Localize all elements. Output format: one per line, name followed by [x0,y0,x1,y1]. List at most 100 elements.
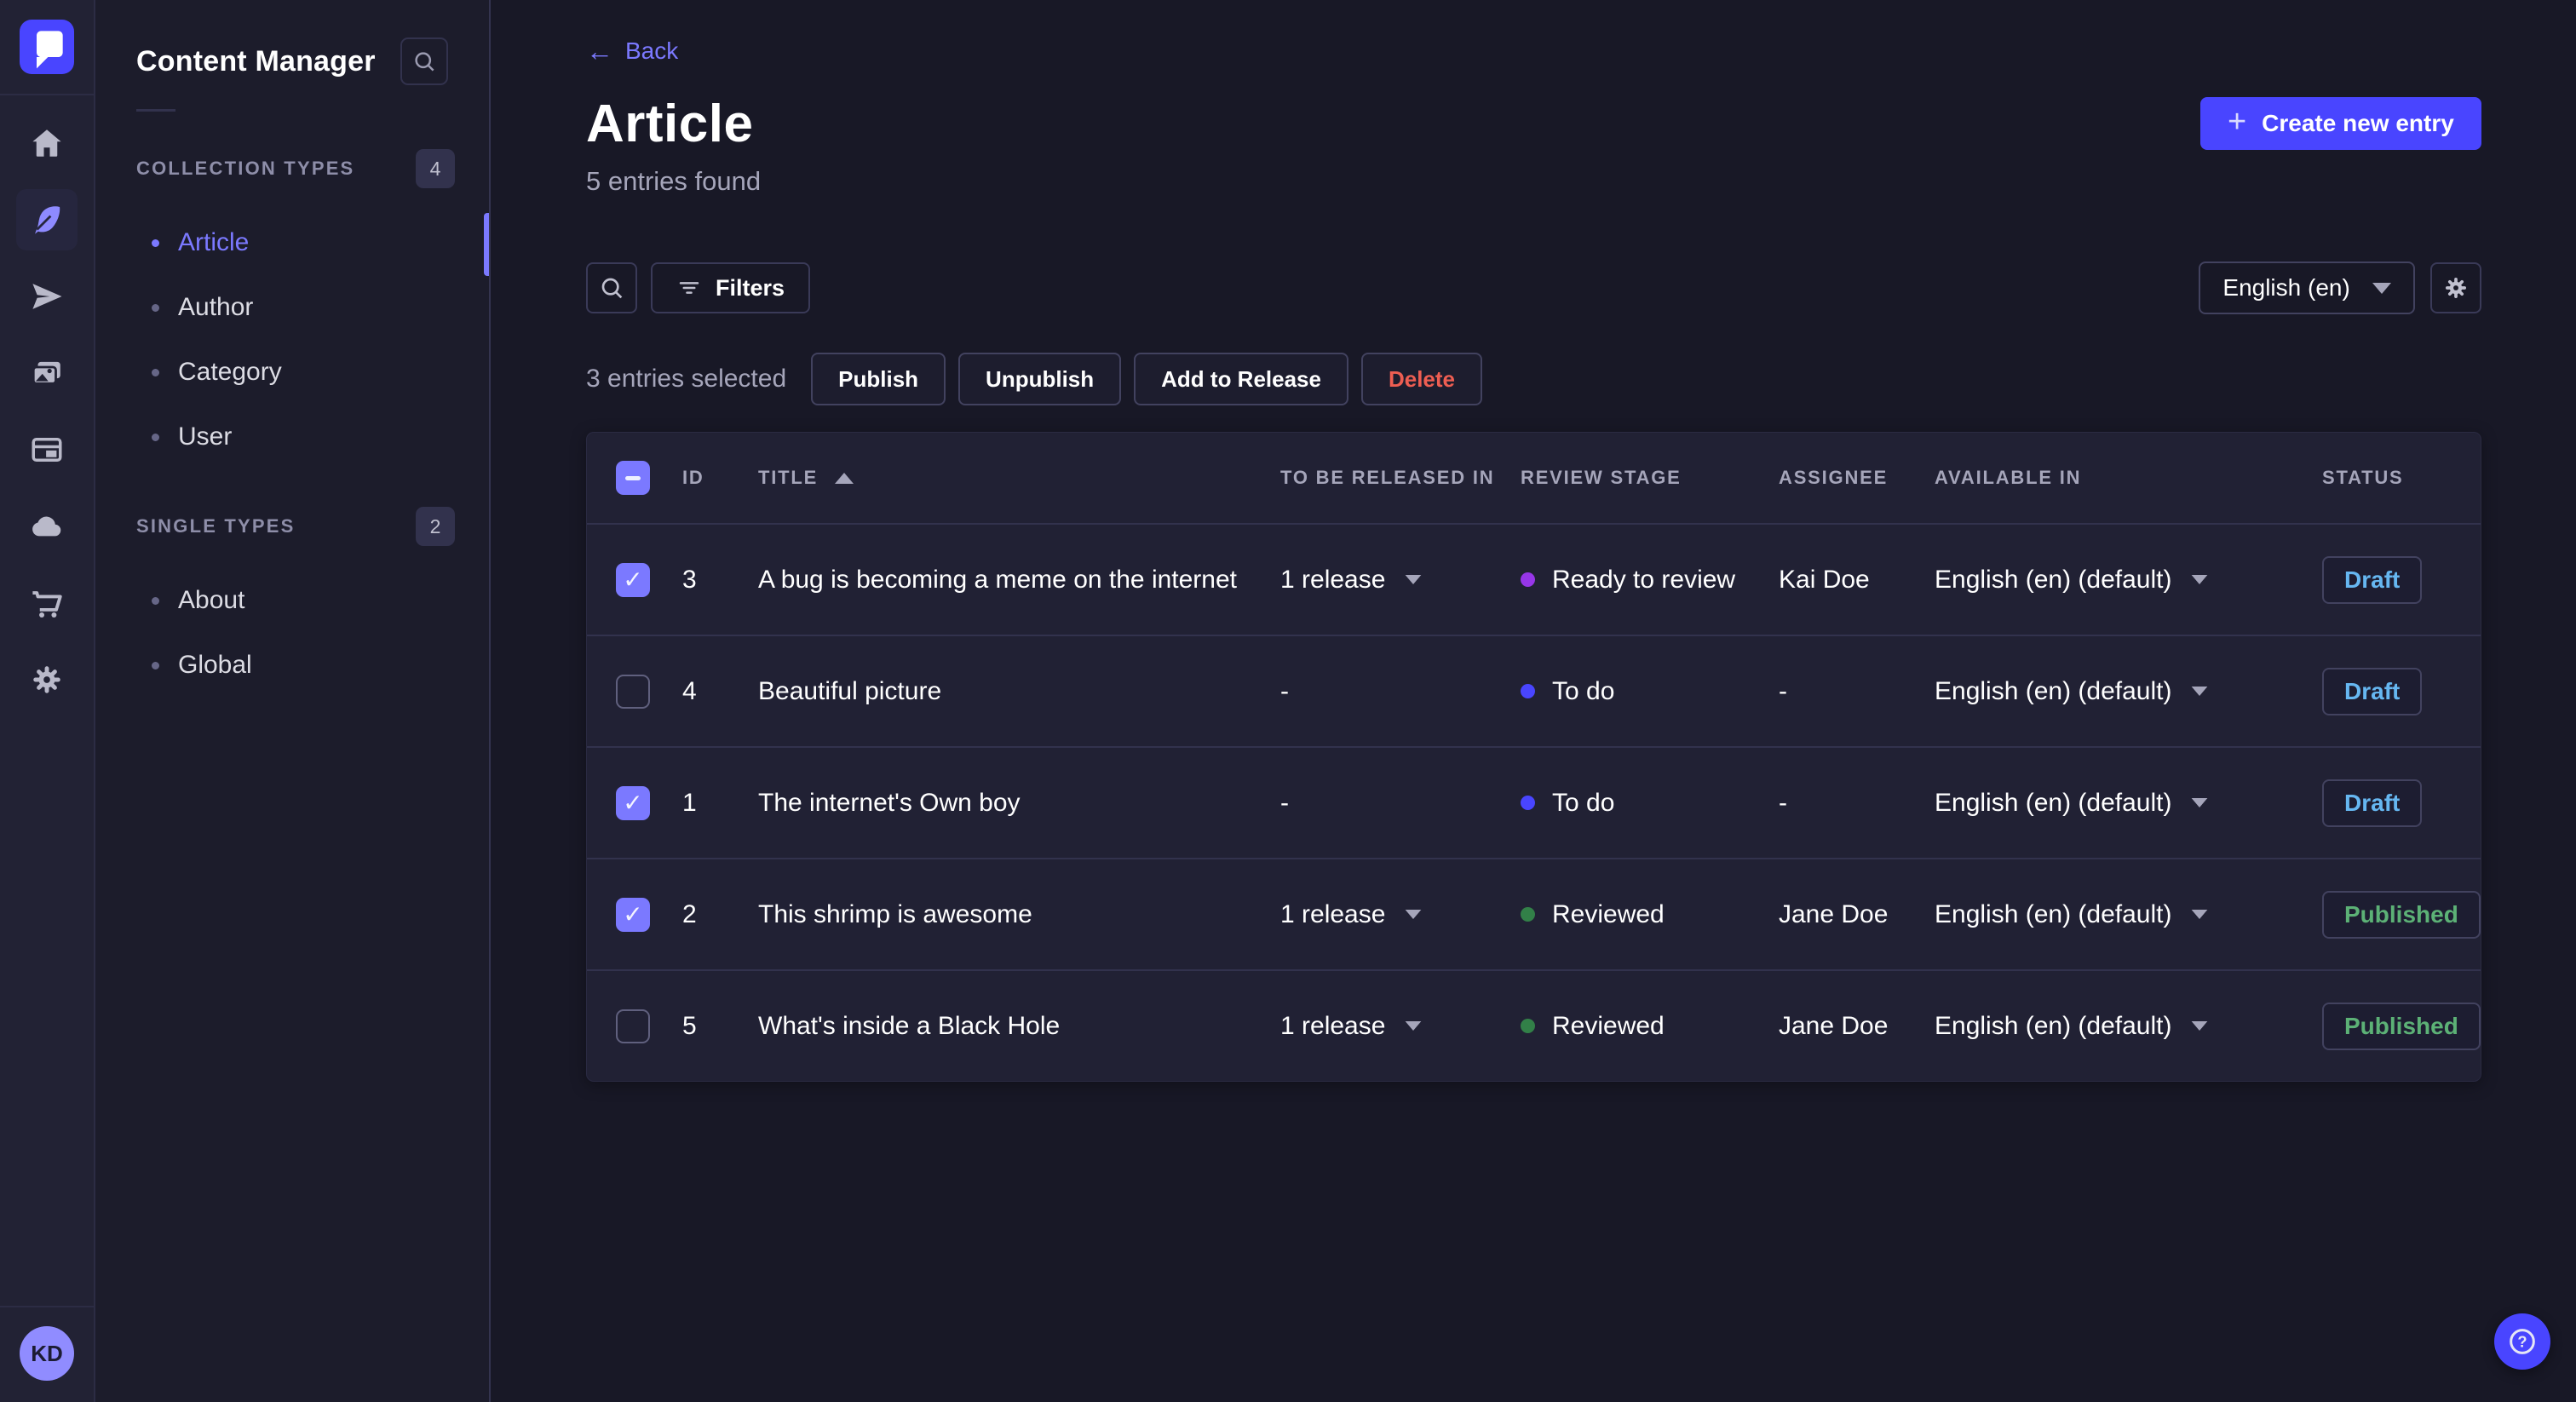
row-available-in[interactable]: English (en) (default) [1935,566,2322,595]
user-avatar[interactable]: KD [20,1326,74,1381]
create-new-entry-label: Create new entry [2262,110,2454,136]
app-screen: KD Content Manager COLLECTION TYPES 4 Ar… [0,0,2576,1402]
marketplace-cart-icon[interactable] [16,572,78,634]
row-checkbox[interactable]: ✓ [616,674,650,709]
row-title: This shrimp is awesome [758,899,1032,928]
row-release-cell[interactable]: - [1280,677,1521,706]
home-icon[interactable] [16,112,78,174]
releases-paper-plane-icon[interactable] [16,266,78,327]
table-row[interactable]: ✓ 4 Beautiful picture - To do - English … [587,635,2481,746]
search-button[interactable] [586,262,637,313]
filter-icon [679,282,699,294]
status-badge: Draft [2322,779,2423,827]
row-review-stage: Reviewed [1521,1012,1779,1041]
sidebar-item-label: Category [178,358,282,386]
review-stage-label: To do [1552,676,1615,705]
table-row[interactable]: ✓ 2 This shrimp is awesome 1 release Rev… [587,858,2481,969]
subnav-divider [136,109,175,112]
row-checkbox[interactable]: ✓ [616,785,650,820]
review-stage-label: Reviewed [1552,899,1665,928]
media-library-images-icon[interactable] [16,342,78,404]
add-to-release-button[interactable]: Add to Release [1134,353,1348,405]
bullet-icon [152,433,159,441]
row-checkbox[interactable]: ✓ [616,562,650,597]
rail-nav-items [16,112,78,710]
col-header-id[interactable]: ID [682,467,758,489]
locale-chevron-icon [2192,686,2208,697]
review-stage-label: To do [1552,788,1615,817]
sidebar-item-author[interactable]: Author [95,275,489,340]
row-title: A bug is becoming a meme on the internet [758,565,1238,594]
back-arrow-icon: ← [586,36,613,66]
col-header-available-in[interactable]: AVAILABLE IN [1935,467,2322,489]
row-release-cell[interactable]: 1 release [1280,1012,1521,1041]
search-icon [415,52,434,72]
filters-label: Filters [716,274,785,301]
sort-ascending-icon[interactable] [835,472,854,484]
col-header-title-label: TITLE [758,467,819,488]
row-available-in[interactable]: English (en) (default) [1935,789,2322,818]
back-link[interactable]: ← Back [586,37,678,65]
row-assignee: - [1779,676,1787,705]
search-icon [601,278,623,299]
single-types-section: SINGLE TYPES 2 About Global [95,507,489,698]
table-row[interactable]: ✓ 3 A bug is becoming a meme on the inte… [587,523,2481,635]
col-header-title[interactable]: TITLE [758,467,1280,489]
strapi-logo-icon [37,31,63,69]
sidebar-item-label: About [178,586,245,614]
locale-select[interactable]: English (en) [2199,261,2415,314]
release-chevron-icon [1406,1020,1422,1031]
single-types-count-badge: 2 [416,507,455,546]
review-stage-label: Ready to review [1552,565,1736,594]
row-available-in[interactable]: English (en) (default) [1935,900,2322,929]
col-header-assignee[interactable]: ASSIGNEE [1779,467,1935,489]
rail-bottom: KD [0,1306,94,1402]
content-manager-feather-icon[interactable] [16,189,78,250]
row-title: What's inside a Black Hole [758,1011,1061,1040]
bullet-icon [152,303,159,312]
col-header-to-be-released-in[interactable]: TO BE RELEASED IN [1280,467,1521,489]
subnav-search-button[interactable] [400,37,448,85]
sidebar-item-category[interactable]: Category [95,340,489,405]
settings-gear-icon[interactable] [16,649,78,710]
create-new-entry-button[interactable]: + Create new entry [2199,97,2481,150]
row-id: 4 [682,676,697,705]
row-checkbox[interactable]: ✓ [616,897,650,932]
sidebar-item-user[interactable]: User [95,405,489,469]
content-type-builder-layout-icon[interactable] [16,419,78,480]
row-available-in[interactable]: English (en) (default) [1935,677,2322,706]
sidebar-item-global[interactable]: Global [95,633,489,698]
row-release-value: 1 release [1280,1011,1386,1040]
sidebar-item-article[interactable]: Article [95,210,489,275]
locale-chevron-icon [2192,1020,2208,1031]
select-all-checkbox[interactable] [616,461,650,495]
row-release-cell[interactable]: 1 release [1280,566,1521,595]
view-settings-button[interactable] [2429,262,2481,313]
locale-value: English (en) [2222,274,2350,301]
row-release-cell[interactable]: 1 release [1280,900,1521,929]
help-button[interactable]: ? [2494,1313,2550,1370]
unpublish-button[interactable]: Unpublish [958,353,1122,405]
deploy-cloud-icon[interactable] [16,496,78,557]
table-row[interactable]: ✓ 5 What's inside a Black Hole 1 release… [587,969,2481,1081]
row-checkbox[interactable]: ✓ [616,1008,650,1043]
release-chevron-icon [1406,909,1422,920]
row-release-value: - [1280,788,1289,817]
publish-button[interactable]: Publish [811,353,946,405]
bullet-icon [152,661,159,669]
col-header-review-stage[interactable]: REVIEW STAGE [1521,467,1779,489]
row-id: 5 [682,1011,697,1040]
selected-count-text: 3 entries selected [586,365,787,393]
col-header-status[interactable]: STATUS [2322,467,2481,489]
row-available-in[interactable]: English (en) (default) [1935,1012,2322,1041]
chevron-down-icon [2372,282,2391,294]
table-row[interactable]: ✓ 1 The internet's Own boy - To do - Eng… [587,746,2481,858]
row-locale-value: English (en) (default) [1935,899,2172,928]
delete-button[interactable]: Delete [1360,353,1483,405]
strapi-logo[interactable] [20,20,74,74]
review-stage-dot [1521,796,1535,810]
filters-button[interactable]: Filters [651,262,811,313]
check-icon: ✓ [623,789,643,816]
sidebar-item-about[interactable]: About [95,568,489,633]
row-release-cell[interactable]: - [1280,789,1521,818]
